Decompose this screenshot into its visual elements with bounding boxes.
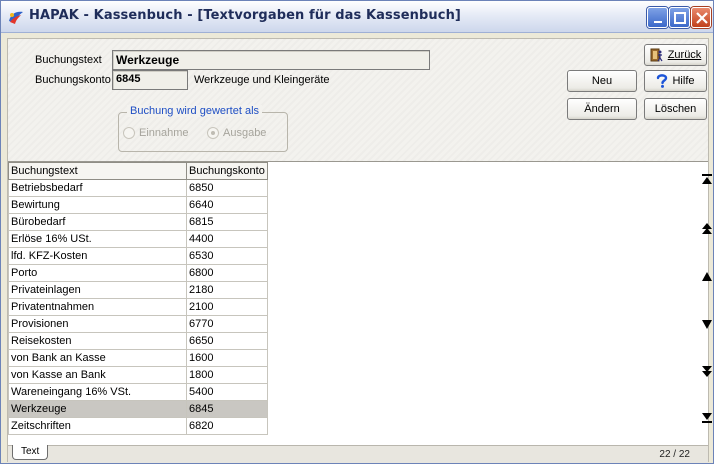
data-grid[interactable]: Buchungstext Buchungskonto Betriebsbedar…: [8, 161, 708, 445]
table-row[interactable]: Werkzeuge 6845: [8, 400, 268, 418]
content-panel: Buchungstext Werkzeuge Buchungskonto 684…: [7, 38, 709, 463]
table-row[interactable]: von Kasse an Bank 1800: [8, 366, 268, 384]
cell-buchungskonto[interactable]: 1600: [186, 349, 268, 367]
radio-einnahme-label: Einnahme: [139, 127, 189, 139]
radio-ausgabe-circle: [207, 127, 219, 139]
table-header-row: Buchungstext Buchungskonto: [8, 162, 268, 180]
cell-buchungskonto[interactable]: 6845: [186, 400, 268, 418]
close-icon: [696, 12, 708, 24]
cell-buchungskonto[interactable]: 6770: [186, 315, 268, 333]
cell-buchungstext[interactable]: Erlöse 16% USt.: [8, 230, 187, 248]
window-title: HAPAK - Kassenbuch - [Textvorgaben für d…: [29, 8, 461, 23]
cell-buchungskonto[interactable]: 6640: [186, 196, 268, 214]
cell-buchungstext[interactable]: Privateinlagen: [8, 281, 187, 299]
previous-record-icon[interactable]: [701, 270, 713, 284]
cell-buchungskonto[interactable]: 6800: [186, 264, 268, 282]
radio-ausgabe-label: Ausgabe: [223, 127, 267, 139]
table-row[interactable]: lfd. KFZ-Kosten 6530: [8, 247, 268, 265]
first-record-icon[interactable]: [701, 173, 713, 187]
buchungstext-label: Buchungstext: [35, 54, 102, 66]
radio-einnahme-circle: [123, 127, 135, 139]
table-row[interactable]: Zeitschriften 6820: [8, 417, 268, 435]
cell-buchungskonto[interactable]: 6850: [186, 179, 268, 197]
table-row[interactable]: Betriebsbedarf 6850: [8, 179, 268, 197]
cell-buchungstext[interactable]: Zeitschriften: [8, 417, 187, 435]
tab-text[interactable]: Text: [12, 445, 49, 460]
record-counter: 22 / 22: [659, 449, 690, 460]
table-row[interactable]: von Bank an Kasse 1600: [8, 349, 268, 367]
last-record-icon[interactable]: [701, 411, 713, 425]
cell-buchungskonto[interactable]: 4400: [186, 230, 268, 248]
radio-einnahme[interactable]: Einnahme: [123, 127, 189, 139]
hapak-logo-icon: [9, 11, 23, 24]
buchungskonto-field[interactable]: 6845: [112, 70, 188, 90]
cell-buchungstext[interactable]: Provisionen: [8, 315, 187, 333]
cell-buchungskonto[interactable]: 6650: [186, 332, 268, 350]
table-row[interactable]: Bürobedarf 6815: [8, 213, 268, 231]
record-navigation: [697, 127, 714, 423]
table-row[interactable]: Provisionen 6770: [8, 315, 268, 333]
table-row[interactable]: Privatentnahmen 2100: [8, 298, 268, 316]
app-window: HAPAK - Kassenbuch - [Textvorgaben für d…: [0, 0, 714, 464]
cell-buchungstext[interactable]: lfd. KFZ-Kosten: [8, 247, 187, 265]
zurueck-button[interactable]: Zurück: [644, 44, 707, 66]
door-exit-icon: [650, 48, 663, 62]
table-row[interactable]: Porto 6800: [8, 264, 268, 282]
textvorgaben-table: Buchungstext Buchungskonto Betriebsbedar…: [8, 162, 268, 435]
table-row[interactable]: Reisekosten 6650: [8, 332, 268, 350]
neu-button[interactable]: Neu: [567, 70, 637, 92]
table-row[interactable]: Bewirtung 6640: [8, 196, 268, 214]
cell-buchungstext[interactable]: Werkzeuge: [8, 400, 187, 418]
cell-buchungskonto[interactable]: 2180: [186, 281, 268, 299]
column-header-buchungskonto[interactable]: Buchungskonto: [186, 162, 268, 180]
table-row[interactable]: Erlöse 16% USt. 4400: [8, 230, 268, 248]
loeschen-button[interactable]: Löschen: [644, 98, 707, 120]
close-button[interactable]: [691, 7, 711, 28]
maximize-icon: [674, 12, 686, 24]
aendern-label: Ändern: [584, 103, 620, 116]
radio-ausgabe[interactable]: Ausgabe: [207, 127, 266, 139]
table-row[interactable]: Wareneingang 16% VSt. 5400: [8, 383, 268, 401]
cell-buchungstext[interactable]: Bürobedarf: [8, 213, 187, 231]
cell-buchungstext[interactable]: Privatentnahmen: [8, 298, 187, 316]
minimize-icon: [654, 21, 662, 23]
cell-buchungstext[interactable]: Wareneingang 16% VSt.: [8, 383, 187, 401]
aendern-button[interactable]: Ändern: [567, 98, 637, 120]
buchungstext-field[interactable]: Werkzeuge: [112, 50, 430, 70]
zurueck-label: Zurück: [667, 49, 702, 62]
title-bar[interactable]: HAPAK - Kassenbuch - [Textvorgaben für d…: [1, 1, 713, 33]
cell-buchungskonto[interactable]: 5400: [186, 383, 268, 401]
next-record-icon[interactable]: [701, 317, 713, 331]
cell-buchungstext[interactable]: Porto: [8, 264, 187, 282]
cell-buchungskonto[interactable]: 6530: [186, 247, 268, 265]
buchungskonto-description: Werkzeuge und Kleingeräte: [194, 74, 330, 86]
cell-buchungskonto[interactable]: 6820: [186, 417, 268, 435]
group-title: Buchung wird gewertet als: [127, 105, 263, 117]
cell-buchungstext[interactable]: Bewirtung: [8, 196, 187, 214]
loeschen-label: Löschen: [654, 103, 697, 116]
cell-buchungskonto[interactable]: 6815: [186, 213, 268, 231]
neu-label: Neu: [591, 75, 613, 88]
hilfe-label: Hilfe: [672, 75, 695, 88]
column-header-buchungstext[interactable]: Buchungstext: [8, 162, 187, 180]
maximize-button[interactable]: [669, 7, 690, 28]
minimize-button[interactable]: [647, 7, 668, 28]
cell-buchungstext[interactable]: Betriebsbedarf: [8, 179, 187, 197]
page-up-icon[interactable]: [701, 222, 713, 236]
cell-buchungstext[interactable]: Reisekosten: [8, 332, 187, 350]
buchungskonto-label: Buchungskonto: [35, 74, 111, 86]
cell-buchungskonto[interactable]: 2100: [186, 298, 268, 316]
cell-buchungstext[interactable]: von Kasse an Bank: [8, 366, 187, 384]
hilfe-button[interactable]: Hilfe: [644, 70, 707, 92]
status-bar: Text 22 / 22: [8, 445, 708, 463]
help-question-icon: [657, 74, 668, 88]
table-row[interactable]: Privateinlagen 2180: [8, 281, 268, 299]
buchung-gewertet-group: Buchung wird gewertet als Einnahme Ausga…: [118, 105, 288, 152]
page-down-icon[interactable]: [701, 364, 713, 378]
cell-buchungskonto[interactable]: 1800: [186, 366, 268, 384]
cell-buchungstext[interactable]: von Bank an Kasse: [8, 349, 187, 367]
